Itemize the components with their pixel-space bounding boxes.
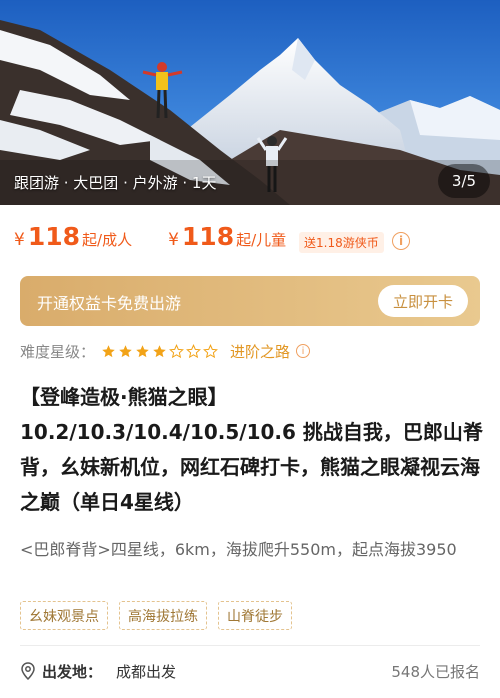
hero-caption: 跟团游 · 大巴团 · 户外游 · 1天 [14,174,217,192]
departure-value: 成都出发 [116,662,177,681]
child-price: ¥ 118 起/儿童 [168,222,286,251]
tag-list: 幺妹观景点 高海拔拉练 山脊徒步 [20,601,292,630]
info-icon[interactable]: i [392,232,410,250]
signup-count: 548人已报名 [391,663,480,681]
tag-item[interactable]: 幺妹观景点 [20,601,108,630]
title-line1: 【登峰造极·熊猫之眼】 [20,385,228,409]
promo-badge: 送1.18游侠币 [299,232,384,253]
banner-text: 开通权益卡免费出游 [37,294,182,313]
product-description: <巴郎脊背>四星线，6km，海拔爬升550m，起点海拔3950 [20,540,457,559]
child-price-amount: 118 [181,222,235,251]
membership-banner[interactable]: 开通权益卡免费出游 立即开卡 [20,276,480,326]
currency-symbol: ¥ [168,230,179,250]
adult-price-unit: 起/成人 [82,231,133,249]
title-body: 10.2/10.3/10.4/10.5/10.6 挑战自我，巴郎山脊背，幺妹新机… [20,420,483,514]
child-price-unit: 起/儿童 [236,231,287,249]
product-title: 【登峰造极·熊猫之眼】 10.2/10.3/10.4/10.5/10.6 挑战自… [20,380,486,520]
difficulty-label: 难度星级： [20,342,96,361]
help-icon[interactable]: i [296,344,311,358]
hero-image[interactable]: 跟团游 · 大巴团 · 户外游 · 1天 3/5 [0,0,500,205]
difficulty-stars [101,343,220,359]
star-empty-icon [169,343,184,359]
price-row: ¥ 118 起/成人 ¥ 118 起/儿童 送1.18游侠币 i [14,222,486,258]
difficulty-row: 难度星级： 进阶之路 i [20,340,311,362]
currency-symbol: ¥ [14,230,25,250]
star-filled-icon [118,344,133,359]
departure-label: 出发地： [42,662,103,681]
adult-price-amount: 118 [27,222,81,251]
divider [20,645,480,646]
open-card-button[interactable]: 立即开卡 [378,285,468,317]
star-filled-icon [152,344,167,359]
star-filled-icon [135,344,150,359]
location-pin-icon [21,662,35,680]
advance-path-link[interactable]: 进阶之路 [230,341,290,362]
adult-price: ¥ 118 起/成人 [14,222,132,251]
star-empty-icon [203,343,218,359]
star-empty-icon [186,343,201,359]
image-counter: 3/5 [438,164,490,198]
tag-item[interactable]: 高海拔拉练 [119,601,207,630]
departure-row[interactable]: 出发地： 成都出发 548人已报名 [20,658,480,684]
star-filled-icon [101,344,116,359]
tag-item[interactable]: 山脊徒步 [218,601,292,630]
